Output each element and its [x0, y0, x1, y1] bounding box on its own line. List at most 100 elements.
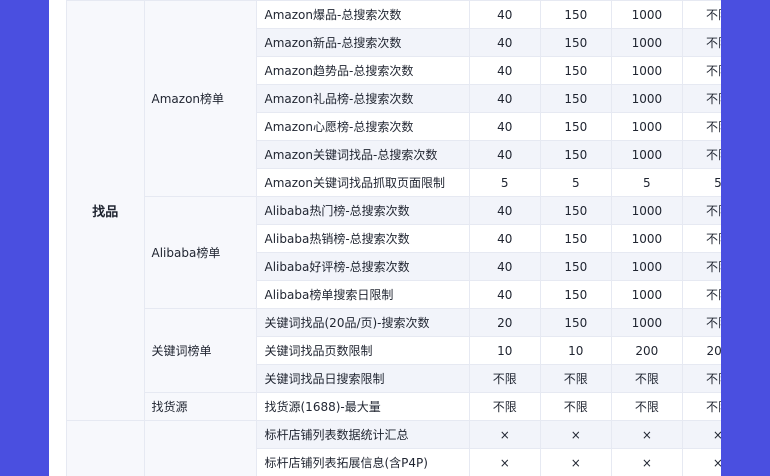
plan-value-cell: 20	[468, 308, 541, 337]
category-cell: 找品	[66, 0, 145, 421]
feature-cell: Amazon礼品榜-总搜索次数	[255, 84, 470, 113]
plan-value-cell: 200	[610, 336, 683, 365]
group-cell	[143, 420, 257, 476]
plan-value-cell: 不限	[681, 112, 721, 141]
feature-cell: 关键词找品页数限制	[255, 336, 470, 365]
plan-value-cell: 不限	[681, 84, 721, 113]
plan-value-cell: ×	[681, 420, 721, 449]
feature-cell: Amazon新品-总搜索次数	[255, 28, 470, 57]
feature-cell: 关键词找品(20品/页)-搜索次数	[255, 308, 470, 337]
plan-value-cell: 150	[539, 140, 612, 169]
feature-cell: Amazon关键词找品抓取页面限制	[255, 168, 470, 197]
plan-value-cell: 40	[468, 252, 541, 281]
plan-value-cell: 40	[468, 196, 541, 225]
plan-value-cell: 1000	[610, 140, 683, 169]
plan-value-cell: 不限	[681, 252, 721, 281]
plan-value-cell: 150	[539, 196, 612, 225]
plan-value-cell: 不限	[681, 0, 721, 29]
plan-value-cell: 150	[539, 252, 612, 281]
plan-value-cell: ×	[610, 420, 683, 449]
plan-value-cell: 150	[539, 224, 612, 253]
feature-cell: Amazon关键词找品-总搜索次数	[255, 140, 470, 169]
plan-value-cell: 不限	[610, 364, 683, 393]
plan-value-cell: 1000	[610, 252, 683, 281]
plan-value-cell: 1000	[610, 224, 683, 253]
group-cell: Amazon榜单	[143, 0, 257, 197]
plan-value-cell: 不限	[539, 392, 612, 421]
table-row: 标杆店铺列表数据统计汇总××××	[66, 420, 721, 476]
pricing-card: 找品Amazon榜单Amazon爆品-总搜索次数401501000不限Amazo…	[49, 0, 721, 476]
plan-value-cell: 40	[468, 84, 541, 113]
plan-value-cell: 10	[468, 336, 541, 365]
plan-value-cell: ×	[539, 420, 612, 449]
plan-value-cell: ×	[610, 448, 683, 476]
plan-value-cell: 150	[539, 28, 612, 57]
feature-cell: Alibaba热门榜-总搜索次数	[255, 196, 470, 225]
table-body: 找品Amazon榜单Amazon爆品-总搜索次数401501000不限Amazo…	[66, 0, 721, 476]
feature-cell: 标杆店铺列表拓展信息(含P4P)	[255, 448, 470, 476]
plan-value-cell: 200	[681, 336, 721, 365]
plan-value-cell: 不限	[539, 364, 612, 393]
plan-value-cell: 150	[539, 0, 612, 29]
plan-value-cell: 5	[610, 168, 683, 197]
feature-cell: Amazon趋势品-总搜索次数	[255, 56, 470, 85]
plan-comparison-table: 找品Amazon榜单Amazon爆品-总搜索次数401501000不限Amazo…	[66, 0, 721, 476]
plan-value-cell: 5	[468, 168, 541, 197]
feature-cell: 找货源(1688)-最大量	[255, 392, 470, 421]
plan-value-cell: ×	[539, 448, 612, 476]
plan-value-cell: 不限	[681, 140, 721, 169]
plan-value-cell: 不限	[681, 392, 721, 421]
feature-cell: Amazon爆品-总搜索次数	[255, 0, 470, 29]
plan-value-cell: 150	[539, 56, 612, 85]
plan-value-cell: 1000	[610, 308, 683, 337]
group-cell: Alibaba榜单	[143, 196, 257, 309]
plan-value-cell: 1000	[610, 56, 683, 85]
plan-value-cell: 40	[468, 112, 541, 141]
table-row: 关键词榜单关键词找品(20品/页)-搜索次数201501000不限	[67, 308, 721, 393]
plan-value-cell: 不限	[681, 364, 721, 393]
plan-value-cell: 150	[539, 308, 612, 337]
feature-cell: 标杆店铺列表数据统计汇总	[255, 420, 470, 449]
plan-value-cell: 150	[539, 280, 612, 309]
plan-value-cell: 不限	[610, 392, 683, 421]
plan-value-cell: 1000	[610, 280, 683, 309]
feature-cell: Alibaba好评榜-总搜索次数	[255, 252, 470, 281]
plan-value-cell: 5	[681, 168, 721, 197]
plan-value-cell: 1000	[610, 28, 683, 57]
plan-value-cell: 40	[468, 280, 541, 309]
plan-value-cell: 不限	[468, 364, 541, 393]
table-row: 找品Amazon榜单Amazon爆品-总搜索次数401501000不限	[66, 0, 721, 421]
plan-value-cell: ×	[681, 448, 721, 476]
feature-cell: Alibaba热销榜-总搜索次数	[255, 224, 470, 253]
plan-value-cell: 40	[468, 0, 541, 29]
plan-value-cell: 150	[539, 112, 612, 141]
plan-value-cell: 10	[539, 336, 612, 365]
table-row: 找货源找货源(1688)-最大量不限不限不限不限	[67, 392, 721, 421]
plan-value-cell: 5	[539, 168, 612, 197]
plan-value-cell: 40	[468, 140, 541, 169]
plan-value-cell: 150	[539, 84, 612, 113]
plan-value-cell: 1000	[610, 112, 683, 141]
group-cell: 找货源	[143, 392, 257, 421]
plan-value-cell: 1000	[610, 84, 683, 113]
feature-cell: 关键词找品日搜索限制	[255, 364, 470, 393]
plan-value-cell: 40	[468, 224, 541, 253]
feature-cell: Amazon心愿榜-总搜索次数	[255, 112, 470, 141]
plan-value-cell: 不限	[681, 308, 721, 337]
plan-value-cell: 40	[468, 28, 541, 57]
plan-value-cell: 不限	[681, 280, 721, 309]
feature-cell: Alibaba榜单搜索日限制	[255, 280, 470, 309]
plan-value-cell: 不限	[468, 392, 541, 421]
plan-value-cell: 不限	[681, 196, 721, 225]
plan-value-cell: ×	[468, 420, 541, 449]
plan-value-cell: 不限	[681, 28, 721, 57]
group-cell: 关键词榜单	[143, 308, 257, 393]
table-row: Alibaba榜单Alibaba热门榜-总搜索次数401501000不限	[67, 196, 721, 309]
plan-value-cell: ×	[468, 448, 541, 476]
plan-value-cell: 不限	[681, 224, 721, 253]
plan-value-cell: 1000	[610, 196, 683, 225]
category-cell	[66, 420, 145, 476]
plan-value-cell: 40	[468, 56, 541, 85]
plan-value-cell: 1000	[610, 0, 683, 29]
plan-value-cell: 不限	[681, 56, 721, 85]
